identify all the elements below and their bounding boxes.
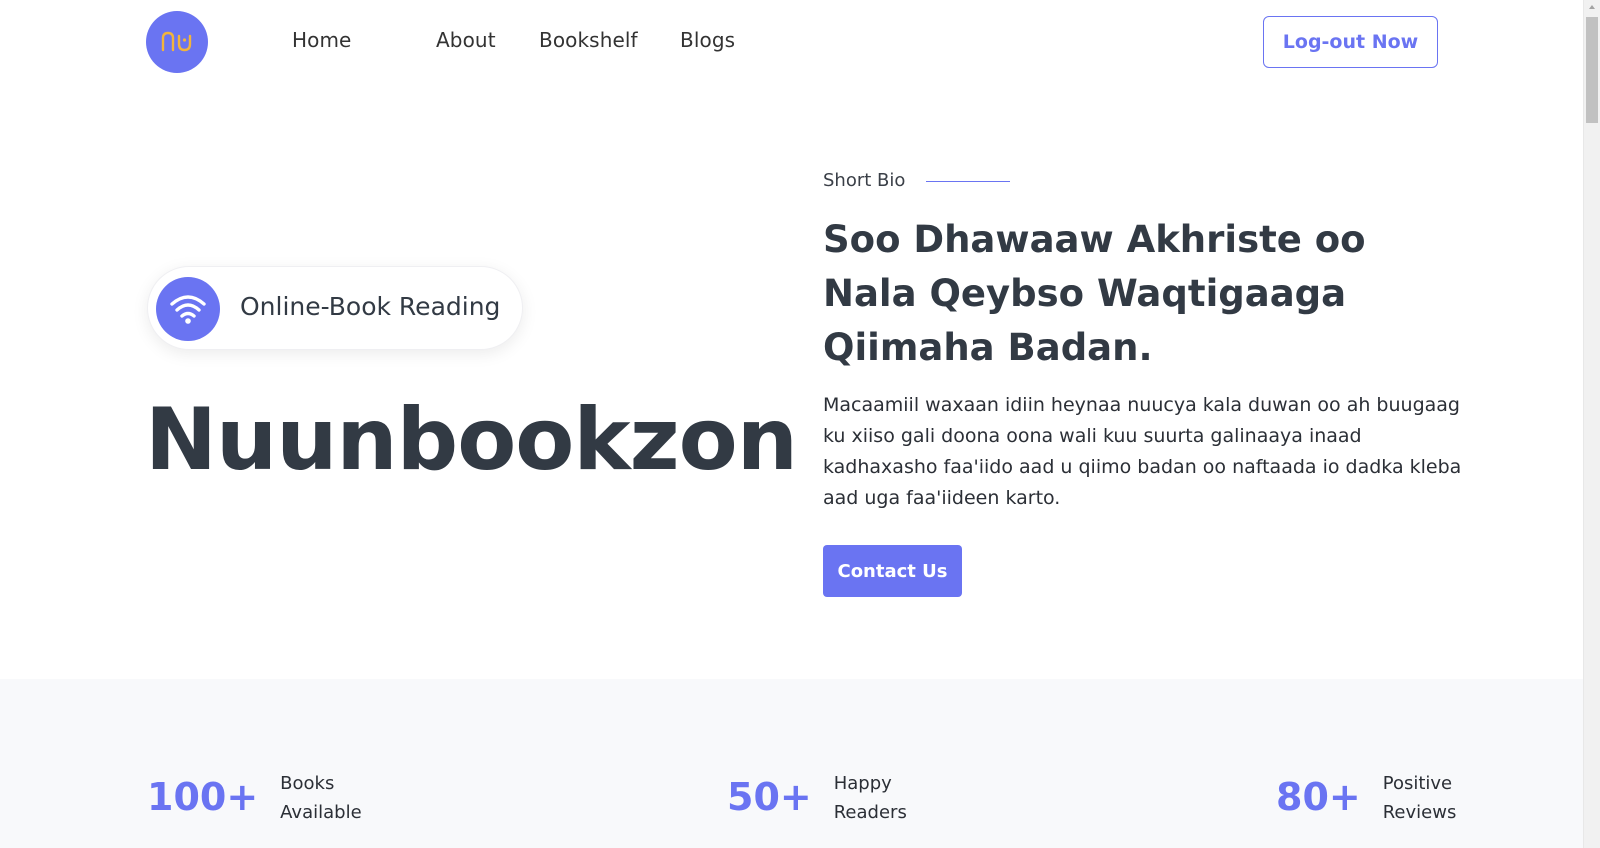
stat-books: 100+ Books Available [147, 769, 370, 827]
stat-value: 50+ [727, 775, 812, 819]
stat-value: 100+ [147, 775, 259, 819]
stat-value: 80+ [1276, 775, 1361, 819]
scroll-up-arrow-icon[interactable] [1589, 5, 1595, 9]
hero-heading: Soo Dhawaaw Akhriste oo Nala Qeybso Waqt… [823, 218, 1366, 369]
stat-label: Books Available [280, 773, 362, 823]
stat-label: Happy Readers [833, 773, 907, 823]
nav-home[interactable]: Home [292, 28, 351, 52]
short-bio-label: Short Bio [823, 170, 906, 191]
stat-reviews: 80+ Positive Reviews [1276, 769, 1473, 827]
brand-title: Nuunbookzon [145, 390, 798, 490]
nu-logo-icon [161, 31, 192, 52]
nav-bookshelf[interactable]: Bookshelf [539, 28, 638, 52]
logout-button[interactable]: Log-out Now [1263, 16, 1438, 68]
logo[interactable] [146, 11, 208, 73]
wifi-icon [170, 295, 206, 324]
scroll-thumb[interactable] [1586, 17, 1598, 123]
page: Home About Bookshelf Blogs Log-out Now O… [0, 0, 1600, 848]
contact-us-button[interactable]: Contact Us [823, 545, 962, 597]
page-scrollbar[interactable] [1583, 0, 1600, 848]
nav-blogs[interactable]: Blogs [680, 28, 735, 52]
online-reading-label: Online-Book Reading [240, 292, 501, 321]
stat-readers: 50+ Happy Readers [727, 769, 924, 827]
wifi-icon-circle [156, 277, 220, 341]
online-reading-badge: Online-Book Reading [147, 266, 523, 350]
hero-description: Macaamiil waxaan idiin heynaa nuucya kal… [823, 394, 1462, 509]
stat-label: Positive Reviews [1382, 773, 1457, 823]
stats-section: 100+ Books Available 50+ Happy Readers 8… [0, 679, 1583, 848]
short-bio-divider [926, 181, 1010, 182]
nav-about[interactable]: About [436, 28, 496, 52]
site-header: Home About Bookshelf Blogs Log-out Now [0, 0, 1583, 84]
